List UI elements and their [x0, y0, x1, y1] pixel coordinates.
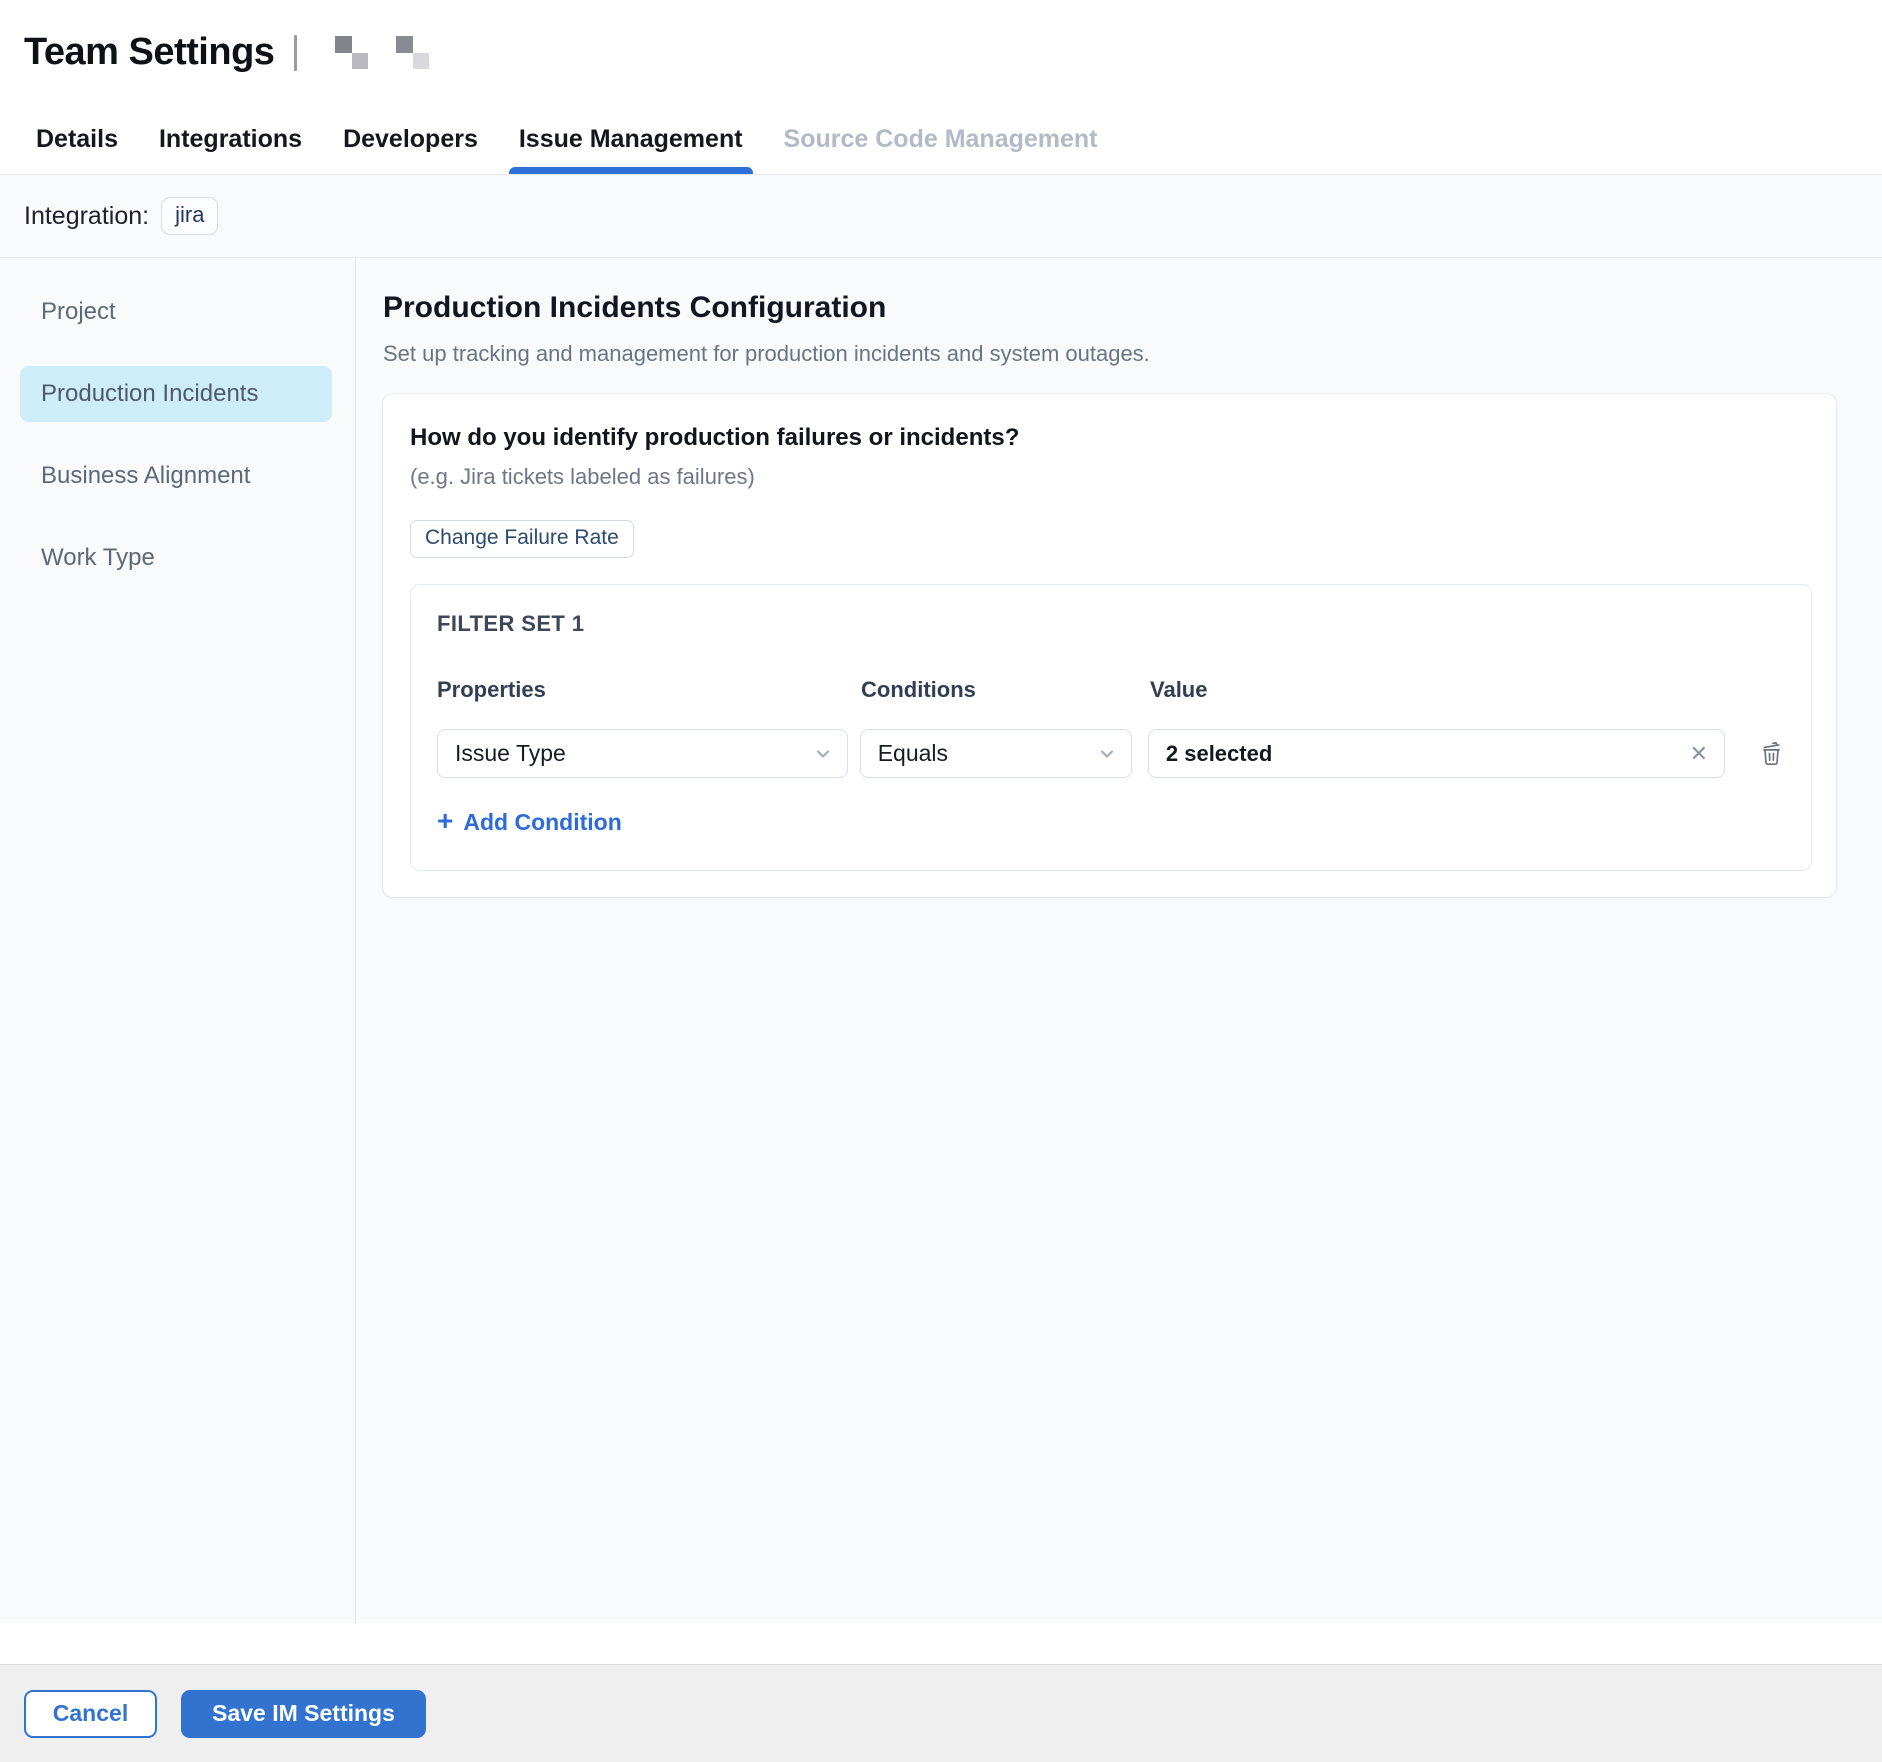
- integration-logo-icon: [335, 36, 369, 70]
- plus-icon: +: [437, 807, 453, 835]
- tab-issue-management[interactable]: Issue Management: [517, 105, 745, 174]
- integration-badge: jira: [161, 197, 218, 235]
- sidebar-item-work-type[interactable]: Work Type: [20, 530, 332, 586]
- integration-label: Integration:: [24, 202, 149, 231]
- question-hint: (e.g. Jira tickets labeled as failures): [410, 464, 1812, 490]
- page-title: Team Settings: [24, 31, 274, 74]
- delete-condition-button[interactable]: [1758, 740, 1785, 767]
- condition-select-value: Equals: [878, 740, 948, 767]
- title-divider: [294, 35, 297, 71]
- filter-condition-row: Issue Type Equals 2 selected ✕: [437, 729, 1785, 778]
- action-footer: Cancel Save IM Settings: [0, 1664, 1882, 1762]
- integration-bar: Integration: jira: [0, 175, 1882, 258]
- section-title: Production Incidents Configuration: [383, 291, 1836, 325]
- properties-column-label: Properties: [437, 677, 861, 703]
- integration-logo-icon: [396, 36, 430, 70]
- trash-icon: [1758, 740, 1785, 767]
- add-condition-button[interactable]: + Add Condition: [437, 809, 622, 836]
- sidebar-item-project[interactable]: Project: [20, 284, 332, 340]
- filter-column-headers: Properties Conditions Value: [437, 677, 1785, 703]
- tab-details[interactable]: Details: [34, 105, 120, 174]
- conditions-column-label: Conditions: [861, 677, 1150, 703]
- tab-source-code-management[interactable]: Source Code Management: [782, 105, 1100, 174]
- cancel-button[interactable]: Cancel: [24, 1690, 157, 1738]
- value-selected-count: 2 selected: [1166, 741, 1272, 767]
- main-panel: Production Incidents Configuration Set u…: [356, 258, 1882, 1623]
- chevron-down-icon: [813, 744, 833, 764]
- tab-bar: Details Integrations Developers Issue Ma…: [0, 105, 1882, 175]
- settings-sidebar: Project Production Incidents Business Al…: [0, 258, 356, 1623]
- sidebar-item-business-alignment[interactable]: Business Alignment: [20, 448, 332, 504]
- change-failure-rate-chip[interactable]: Change Failure Rate: [410, 520, 634, 558]
- property-select[interactable]: Issue Type: [437, 729, 848, 778]
- condition-select[interactable]: Equals: [860, 729, 1132, 778]
- question-heading: How do you identify production failures …: [410, 424, 1812, 452]
- clear-selection-icon[interactable]: ✕: [1688, 741, 1710, 767]
- app-header: Team Settings: [0, 0, 1882, 105]
- filter-set-card: FILTER SET 1 Properties Conditions Value…: [410, 584, 1812, 871]
- section-subtitle: Set up tracking and management for produ…: [383, 341, 1836, 367]
- sidebar-item-production-incidents[interactable]: Production Incidents: [20, 366, 332, 422]
- value-multiselect[interactable]: 2 selected ✕: [1148, 729, 1725, 778]
- footer-spacer: [0, 1623, 1882, 1664]
- tab-integrations[interactable]: Integrations: [157, 105, 304, 174]
- filter-set-title: FILTER SET 1: [437, 611, 1785, 637]
- property-select-value: Issue Type: [455, 740, 566, 767]
- content-area: Project Production Incidents Business Al…: [0, 258, 1882, 1623]
- add-condition-label: Add Condition: [463, 809, 621, 836]
- incidents-config-card: How do you identify production failures …: [383, 394, 1836, 897]
- tab-developers[interactable]: Developers: [341, 105, 480, 174]
- value-column-label: Value: [1150, 677, 1729, 703]
- chevron-down-icon: [1097, 744, 1117, 764]
- save-im-settings-button[interactable]: Save IM Settings: [181, 1690, 426, 1738]
